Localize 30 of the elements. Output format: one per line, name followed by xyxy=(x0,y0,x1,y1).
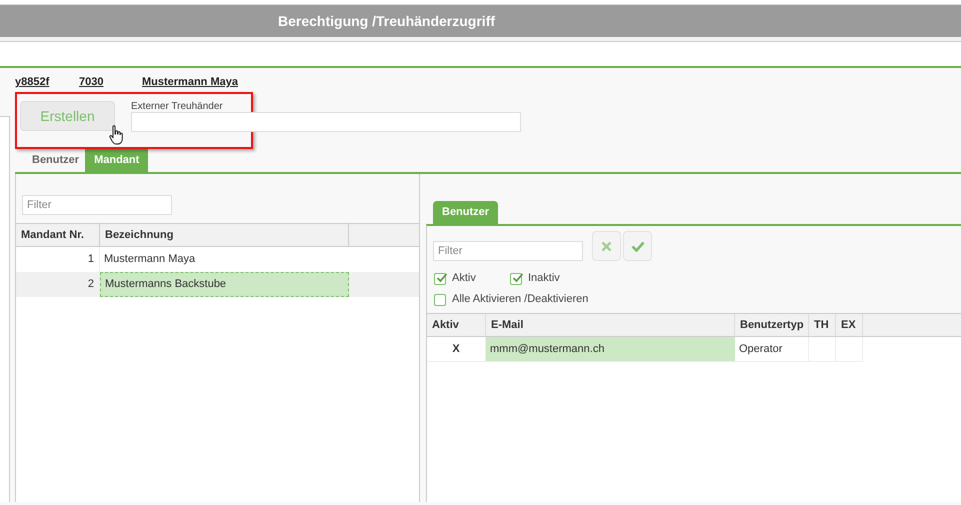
column-header: E-Mail xyxy=(486,314,735,336)
filter-field[interactable]: Filter xyxy=(433,241,583,261)
filter-field[interactable]: Filter xyxy=(22,195,172,215)
close-icon xyxy=(601,240,612,252)
table-cell: Operator xyxy=(735,337,809,362)
confirm-button[interactable] xyxy=(623,231,652,261)
hand-cursor-icon xyxy=(109,125,123,145)
checkbox-label: Aktiv xyxy=(452,271,476,286)
checkbox-label: Alle Aktivieren /Deaktivieren xyxy=(452,292,588,308)
table-cell[interactable]: Mustermanns Backstube xyxy=(100,272,349,297)
column-header: Bezeichnung xyxy=(100,224,349,246)
check-icon xyxy=(630,240,644,252)
table-cell[interactable]: mmm@mustermann.ch xyxy=(486,337,735,362)
checkbox[interactable] xyxy=(434,294,446,306)
column-header: TH xyxy=(809,314,836,336)
tab[interactable]: Benutzer xyxy=(30,149,82,172)
checkbox[interactable] xyxy=(510,272,522,284)
cancel-button[interactable] xyxy=(592,231,621,261)
column-header: EX xyxy=(836,314,863,336)
header-link[interactable]: Mustermann Maya xyxy=(142,76,238,88)
field-label: Externer Treuhänder xyxy=(131,100,223,114)
header-link[interactable]: y8852f xyxy=(15,76,50,88)
header-link[interactable]: 7030 xyxy=(79,76,104,88)
text-field[interactable] xyxy=(131,112,521,132)
column-header: Benutzertyp xyxy=(735,314,809,336)
checkbox[interactable] xyxy=(434,272,446,284)
column-header: Mandant Nr. xyxy=(16,224,100,246)
column-header: Aktiv xyxy=(427,314,486,336)
window-title: Berechtigung /Treuhänderzugriff xyxy=(278,12,496,31)
checkbox-label: Inaktiv xyxy=(528,271,560,286)
